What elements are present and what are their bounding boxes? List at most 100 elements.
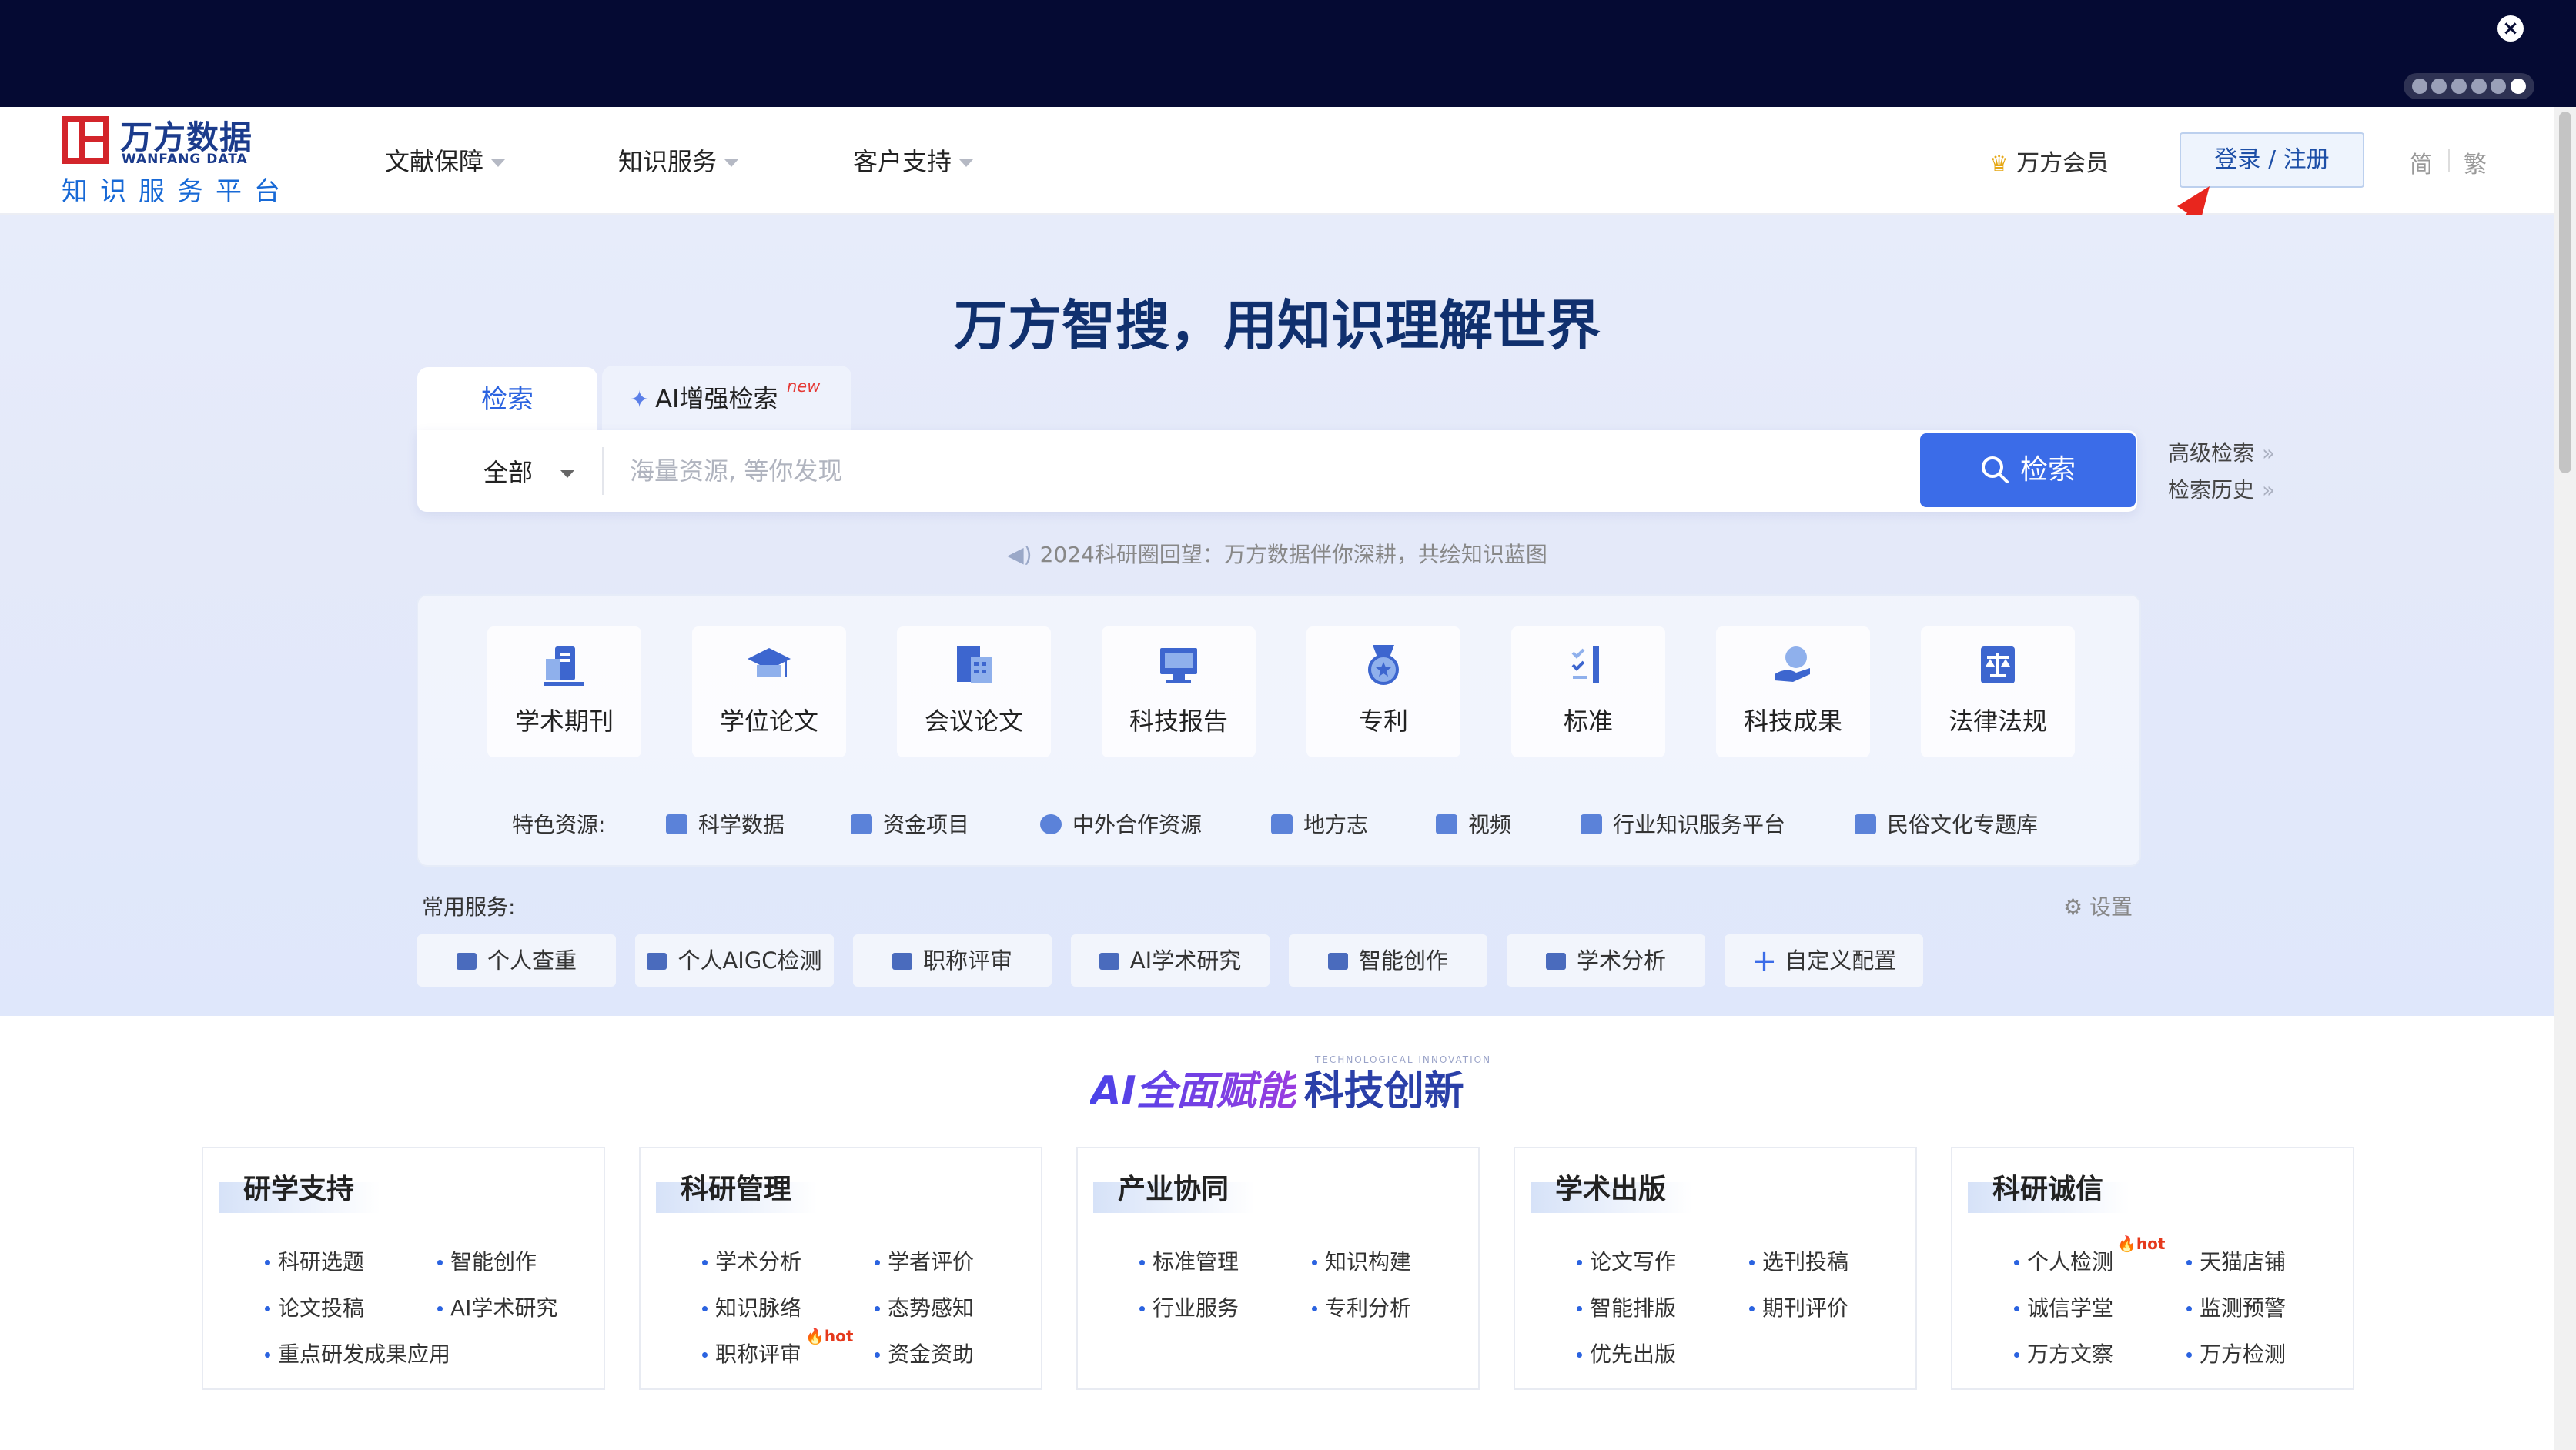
- lang-simplified[interactable]: 简: [2410, 145, 2433, 179]
- service-button[interactable]: 智能创作: [1289, 934, 1487, 987]
- category-link[interactable]: 期刊评价: [1749, 1291, 1848, 1322]
- resource-conference[interactable]: 会议论文: [897, 626, 1051, 757]
- resource-thesis[interactable]: 学位论文: [692, 626, 846, 757]
- resource-tech-report[interactable]: 科技报告: [1102, 626, 1256, 757]
- carousel-dot[interactable]: [2411, 79, 2427, 94]
- category-link[interactable]: 论文投稿: [265, 1291, 364, 1322]
- category-link[interactable]: 重点研发成果应用: [265, 1338, 450, 1368]
- resource-law[interactable]: 法律法规: [1921, 626, 2075, 757]
- category-link[interactable]: 智能创作: [437, 1245, 537, 1276]
- service-label: 个人查重: [487, 947, 577, 974]
- category-link[interactable]: 选刊投稿: [1749, 1245, 1848, 1276]
- service-label: 职称评审: [922, 947, 1012, 974]
- category-link[interactable]: 论文写作: [1577, 1245, 1676, 1276]
- category-link[interactable]: 天猫店铺: [2186, 1245, 2286, 1276]
- service-button[interactable]: 学术分析: [1507, 934, 1705, 987]
- category-title: 科研诚信: [1992, 1174, 2104, 1205]
- featured-item[interactable]: 视频: [1436, 808, 1511, 839]
- resource-patent[interactable]: 专利: [1306, 626, 1460, 757]
- logo-subtitle: 知识服务平台: [62, 176, 293, 207]
- category-link[interactable]: 标准管理: [1139, 1245, 1239, 1276]
- service-button[interactable]: 个人AIGC检测: [635, 934, 834, 987]
- checklist-icon: [1571, 646, 1599, 683]
- featured-item[interactable]: 资金项目: [851, 808, 969, 839]
- service-button[interactable]: 个人查重: [417, 934, 616, 987]
- chevron-down-icon: [491, 159, 506, 167]
- category-link[interactable]: 个人检测: [2014, 1245, 2113, 1276]
- conference-icon: [957, 646, 992, 683]
- category-link[interactable]: 监测预警: [2186, 1291, 2286, 1322]
- category-link[interactable]: 诚信学堂: [2014, 1291, 2113, 1322]
- announcement[interactable]: ◀) 2024科研圈回望：万方数据伴你深耕，共绘知识蓝图: [0, 538, 2554, 569]
- category-link[interactable]: 资金资助: [875, 1338, 974, 1368]
- featured-item[interactable]: 地方志: [1271, 808, 1368, 839]
- carousel-dot-active[interactable]: [2511, 79, 2527, 94]
- category-link[interactable]: 万方检测: [2186, 1338, 2286, 1368]
- category-link[interactable]: 学术分析: [702, 1245, 801, 1276]
- category-link[interactable]: 万方文察: [2014, 1338, 2113, 1368]
- category-title: 研学支持: [243, 1174, 355, 1205]
- category-link[interactable]: 专利分析: [1312, 1291, 1411, 1322]
- tab-search[interactable]: 检索: [417, 367, 597, 430]
- featured-item[interactable]: 科学数据: [666, 808, 785, 839]
- category-link[interactable]: 科研选题: [265, 1245, 364, 1276]
- industry-icon: [1581, 814, 1602, 834]
- category-box: 学术出版 论文写作 选刊投稿 智能排版 期刊评价 优先出版: [1514, 1147, 1917, 1390]
- lang-traditional[interactable]: 繁: [2464, 145, 2487, 179]
- category-title: 科研管理: [681, 1174, 792, 1205]
- nav-menu-label: 客户支持: [853, 147, 952, 176]
- featured-item[interactable]: 中外合作资源: [1040, 808, 1202, 839]
- category-link[interactable]: 学者评价: [875, 1245, 974, 1276]
- carousel-dot[interactable]: [2431, 79, 2447, 94]
- settings-link[interactable]: ⚙ 设置: [2063, 890, 2133, 921]
- search-history-link[interactable]: 检索历史 »: [2168, 473, 2275, 504]
- page-scrollbar[interactable]: [2554, 107, 2576, 1450]
- service-icon: [1327, 953, 1348, 970]
- advanced-search-link[interactable]: 高级检索 »: [2168, 436, 2275, 467]
- crown-icon: ♛: [1989, 151, 2009, 176]
- vip-link[interactable]: ♛ 万方会员: [1989, 144, 2109, 178]
- featured-label: 特色资源:: [512, 812, 606, 837]
- carousel-dot[interactable]: [2451, 79, 2467, 94]
- nav-menu-support[interactable]: 客户支持: [853, 142, 974, 178]
- tab-ai-search[interactable]: ✦ AI增强检索 new: [602, 366, 851, 430]
- search-button[interactable]: 检索: [1920, 433, 2136, 507]
- category-link[interactable]: AI学术研究: [437, 1291, 557, 1322]
- custom-config-button[interactable]: + 自定义配置: [1725, 934, 1923, 987]
- resource-achievement[interactable]: 科技成果: [1716, 626, 1870, 757]
- nav-menu-knowledge[interactable]: 知识服务: [618, 142, 739, 178]
- category-link[interactable]: 知识构建: [1312, 1245, 1411, 1276]
- scrollbar-thumb[interactable]: [2559, 112, 2571, 473]
- service-button[interactable]: AI学术研究: [1071, 934, 1270, 987]
- section-title: AI全面赋能 科技创新: [0, 1058, 2554, 1116]
- category-link[interactable]: 智能排版: [1577, 1291, 1676, 1322]
- category-link[interactable]: 职称评审: [702, 1338, 801, 1368]
- service-button[interactable]: 职称评审: [853, 934, 1052, 987]
- search-input[interactable]: [628, 447, 2014, 495]
- featured-item[interactable]: 行业知识服务平台: [1581, 808, 1785, 839]
- resource-journal[interactable]: 学术期刊: [487, 626, 641, 757]
- double-chevron-right-icon: »: [2262, 440, 2276, 466]
- carousel-dot[interactable]: [2471, 79, 2487, 94]
- logo-english-text: WANFANG DATA: [122, 152, 248, 167]
- settings-label: 设置: [2089, 894, 2133, 920]
- category-link[interactable]: 优先出版: [1577, 1338, 1676, 1368]
- featured-item[interactable]: 民俗文化专题库: [1855, 808, 2038, 839]
- flame-icon: 🔥: [805, 1327, 825, 1345]
- law-scale-icon: [1981, 646, 2015, 683]
- search-scope-select[interactable]: 全部: [483, 453, 575, 489]
- map-icon: [1271, 814, 1293, 834]
- category-link[interactable]: 行业服务: [1139, 1291, 1239, 1322]
- category-link[interactable]: 知识脉络: [702, 1291, 801, 1322]
- hot-badge-label: hot: [2136, 1235, 2166, 1253]
- category-link[interactable]: 态势感知: [875, 1291, 974, 1322]
- featured-item-label: 视频: [1468, 812, 1512, 837]
- login-register-button[interactable]: 登录 / 注册: [2180, 132, 2364, 188]
- carousel-dots[interactable]: [2404, 73, 2534, 99]
- close-icon[interactable]: ×: [2497, 15, 2524, 42]
- resource-standard[interactable]: 标准: [1511, 626, 1665, 757]
- nav-menu-literature[interactable]: 文献保障: [385, 142, 506, 178]
- resource-label: 学术期刊: [514, 707, 614, 736]
- carousel-dot[interactable]: [2491, 79, 2507, 94]
- new-badge: new: [787, 377, 821, 396]
